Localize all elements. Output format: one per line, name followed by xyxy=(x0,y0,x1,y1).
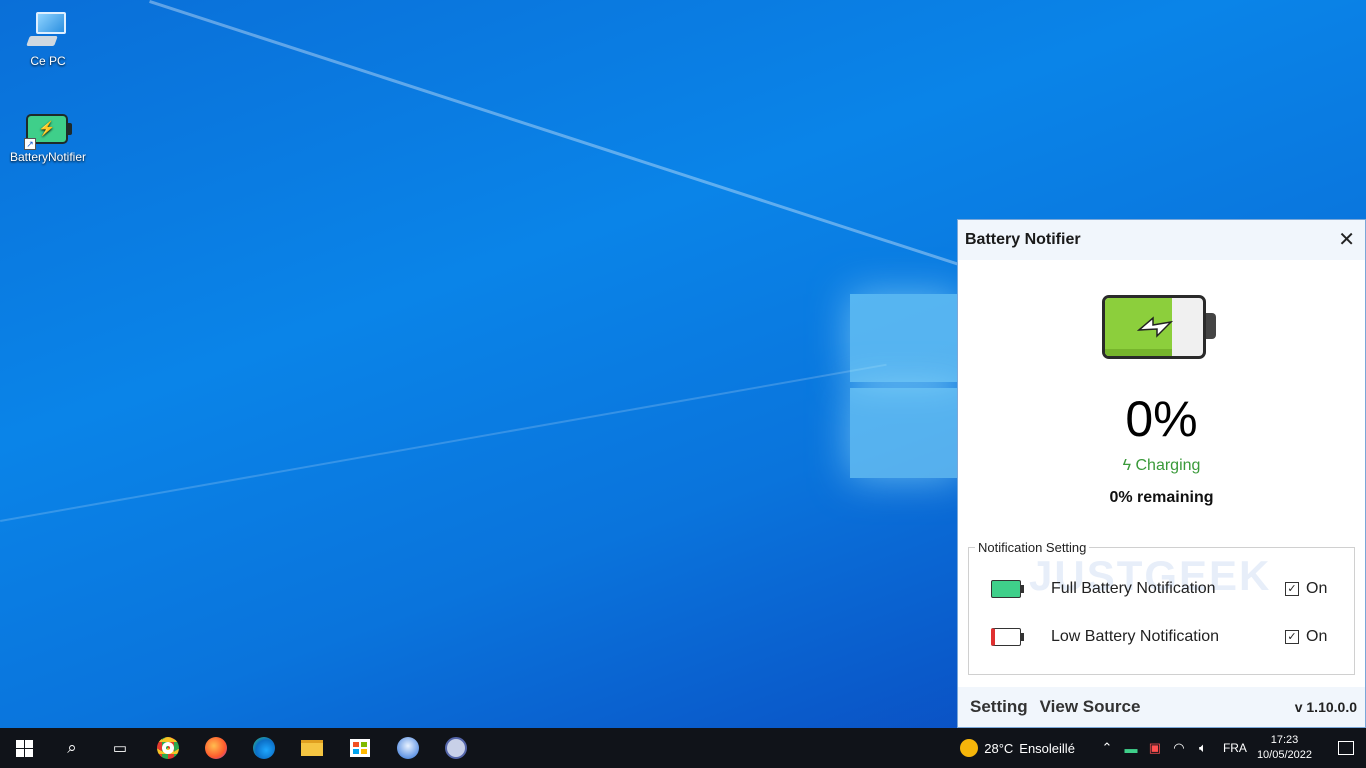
shortcut-arrow-icon: ↗ xyxy=(24,138,36,150)
desktop-icon-label: Ce PC xyxy=(30,54,66,68)
desktop-icon-this-pc[interactable]: Ce PC xyxy=(3,10,93,68)
chrome-icon xyxy=(157,737,179,759)
volume-icon[interactable]: 🔈︎ xyxy=(1191,740,1215,756)
version-label: v 1.10.0.0 xyxy=(1294,699,1357,715)
close-button[interactable]: ✕ xyxy=(1338,230,1355,250)
folder-icon xyxy=(301,740,323,756)
window-header: Battery Notifier ✕ xyxy=(958,220,1365,260)
setting-link[interactable]: Setting xyxy=(970,697,1028,717)
desktop-icon-batterynotifier[interactable]: ⚡ ↗ BatteryNotifier xyxy=(3,112,93,164)
desktop-icon-label: BatteryNotifier xyxy=(9,150,87,164)
keepass-button[interactable] xyxy=(432,728,480,768)
sun-icon xyxy=(960,739,979,757)
clock-date: 10/05/2022 xyxy=(1256,749,1312,761)
file-explorer-button[interactable] xyxy=(288,728,336,768)
taskbar: ⌕ ▭ 28°C Ensoleillé ⌃ ▬ ▣ ◠ 🔈︎ FRA 17:23… xyxy=(0,728,1366,768)
notification-setting-group: Notification Setting JUSTGEEK Full Batte… xyxy=(968,540,1355,675)
firefox-icon xyxy=(205,737,227,759)
charging-status-label: Charging xyxy=(1135,457,1201,474)
app-tray-icon[interactable]: ▣ xyxy=(1143,740,1167,756)
weather-desc: Ensoleillé xyxy=(1019,740,1075,756)
lightning-icon: ϟ xyxy=(1122,457,1132,474)
start-button[interactable] xyxy=(0,728,48,768)
weather-temp: 28°C xyxy=(984,740,1014,756)
notification-icon xyxy=(1338,741,1354,755)
computer-icon xyxy=(26,10,68,50)
window-title: Battery Notifier xyxy=(965,231,1081,248)
logo-pane xyxy=(850,388,960,478)
thunderbird-button[interactable] xyxy=(384,728,432,768)
wifi-icon[interactable]: ◠ xyxy=(1167,740,1191,756)
charging-bolt-icon xyxy=(1137,316,1173,338)
windows-start-icon xyxy=(15,739,33,757)
chevron-up-icon[interactable]: ⌃ xyxy=(1095,740,1119,756)
full-battery-state: On xyxy=(1306,580,1328,597)
low-battery-label: Low Battery Notification xyxy=(1051,628,1220,645)
low-battery-icon xyxy=(991,628,1024,646)
low-battery-row: Low Battery Notification ✓ On xyxy=(969,622,1354,652)
search-button[interactable]: ⌕ xyxy=(48,728,96,768)
battery-percent: 0% xyxy=(1125,391,1198,447)
clock[interactable]: 17:23 10/05/2022 xyxy=(1257,733,1312,763)
search-icon: ⌕ xyxy=(67,738,77,757)
system-tray: 28°C Ensoleillé ⌃ ▬ ▣ ◠ 🔈︎ FRA 17:23 10/… xyxy=(960,728,1366,768)
battery-notifier-window: Battery Notifier ✕ 0% ϟ Charging 0% rema… xyxy=(957,219,1366,728)
windows-logo-graphic xyxy=(850,280,960,490)
full-battery-row: Full Battery Notification ✓ On xyxy=(969,574,1354,604)
low-battery-state: On xyxy=(1306,628,1328,645)
full-battery-icon xyxy=(991,580,1024,598)
low-battery-checkbox[interactable]: ✓ xyxy=(1285,630,1299,644)
view-source-link[interactable]: View Source xyxy=(1040,697,1141,717)
charging-status: ϟ Charging xyxy=(958,457,1365,475)
battery-app-icon: ⚡ ↗ xyxy=(24,112,72,150)
firefox-button[interactable] xyxy=(192,728,240,768)
light-ray xyxy=(0,363,887,522)
remaining-text: 0% remaining xyxy=(1109,489,1214,506)
full-battery-checkbox[interactable]: ✓ xyxy=(1285,582,1299,596)
thunderbird-icon xyxy=(397,737,419,759)
battery-tray-icon[interactable]: ▬ xyxy=(1119,741,1143,756)
weather-widget[interactable]: 28°C Ensoleillé xyxy=(960,739,1081,757)
language-indicator[interactable]: FRA xyxy=(1223,741,1247,755)
store-button[interactable] xyxy=(336,728,384,768)
chrome-button[interactable] xyxy=(144,728,192,768)
full-battery-label: Full Battery Notification xyxy=(1051,580,1216,597)
clock-time: 17:23 xyxy=(1270,734,1299,746)
window-footer: Setting View Source v 1.10.0.0 xyxy=(958,687,1365,727)
logo-pane xyxy=(850,294,960,382)
task-view-icon: ▭ xyxy=(112,740,128,757)
notification-center-button[interactable] xyxy=(1326,728,1366,768)
edge-icon xyxy=(253,737,275,759)
lock-icon xyxy=(445,737,467,759)
task-view-button[interactable]: ▭ xyxy=(96,728,144,768)
store-icon xyxy=(350,739,370,757)
battery-large-icon xyxy=(1102,295,1218,359)
edge-button[interactable] xyxy=(240,728,288,768)
